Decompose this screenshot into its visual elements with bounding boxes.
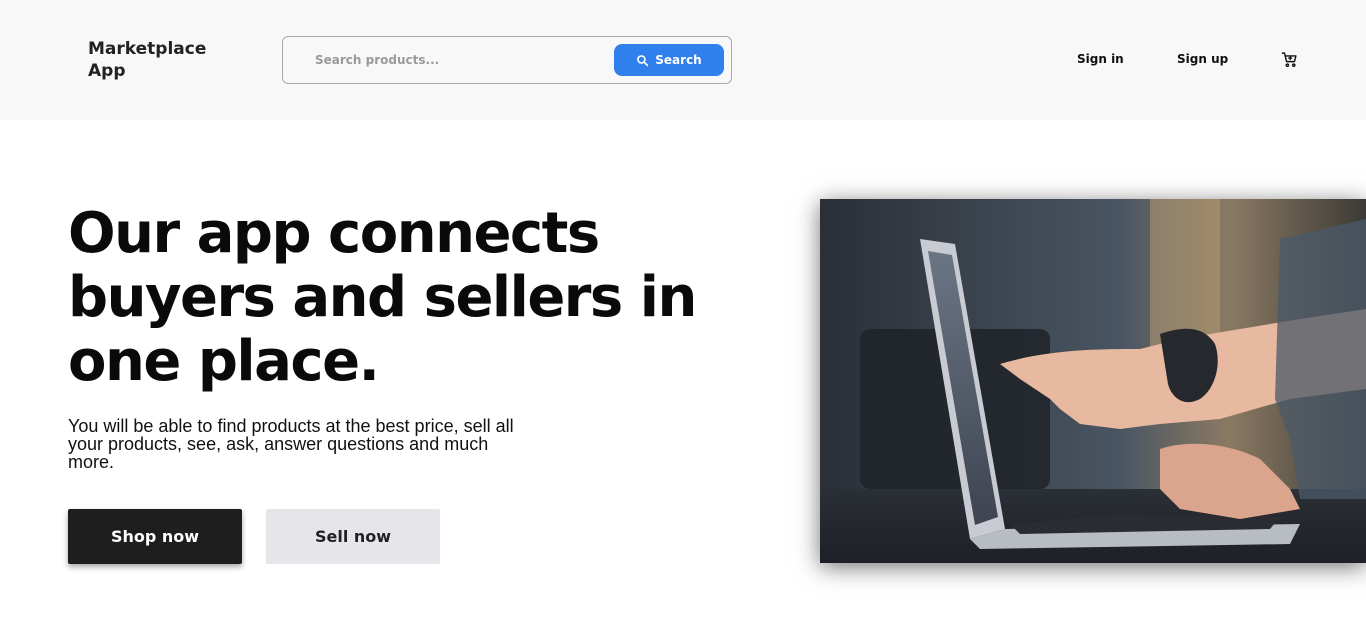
shop-now-button[interactable]: Shop now xyxy=(68,509,242,564)
search-button[interactable]: Search xyxy=(614,44,724,76)
hero-image xyxy=(820,199,1366,563)
hero-subtitle: You will be able to find products at the… xyxy=(68,416,514,472)
site-header: Marketplace App Search Sign in Sign up xyxy=(0,0,1366,120)
sign-in-link[interactable]: Sign in xyxy=(1077,52,1124,66)
search-bar: Search xyxy=(282,36,732,84)
hero-title: Our app connects buyers and sellers in o… xyxy=(68,201,697,394)
search-button-label: Search xyxy=(655,53,702,67)
logo[interactable]: Marketplace App xyxy=(88,38,218,82)
sign-up-link[interactable]: Sign up xyxy=(1177,52,1228,66)
laptop-photo-illustration xyxy=(820,199,1366,563)
sell-now-button[interactable]: Sell now xyxy=(266,509,440,564)
search-input[interactable] xyxy=(303,45,603,75)
cart-icon[interactable] xyxy=(1281,51,1298,68)
search-icon xyxy=(637,54,649,66)
